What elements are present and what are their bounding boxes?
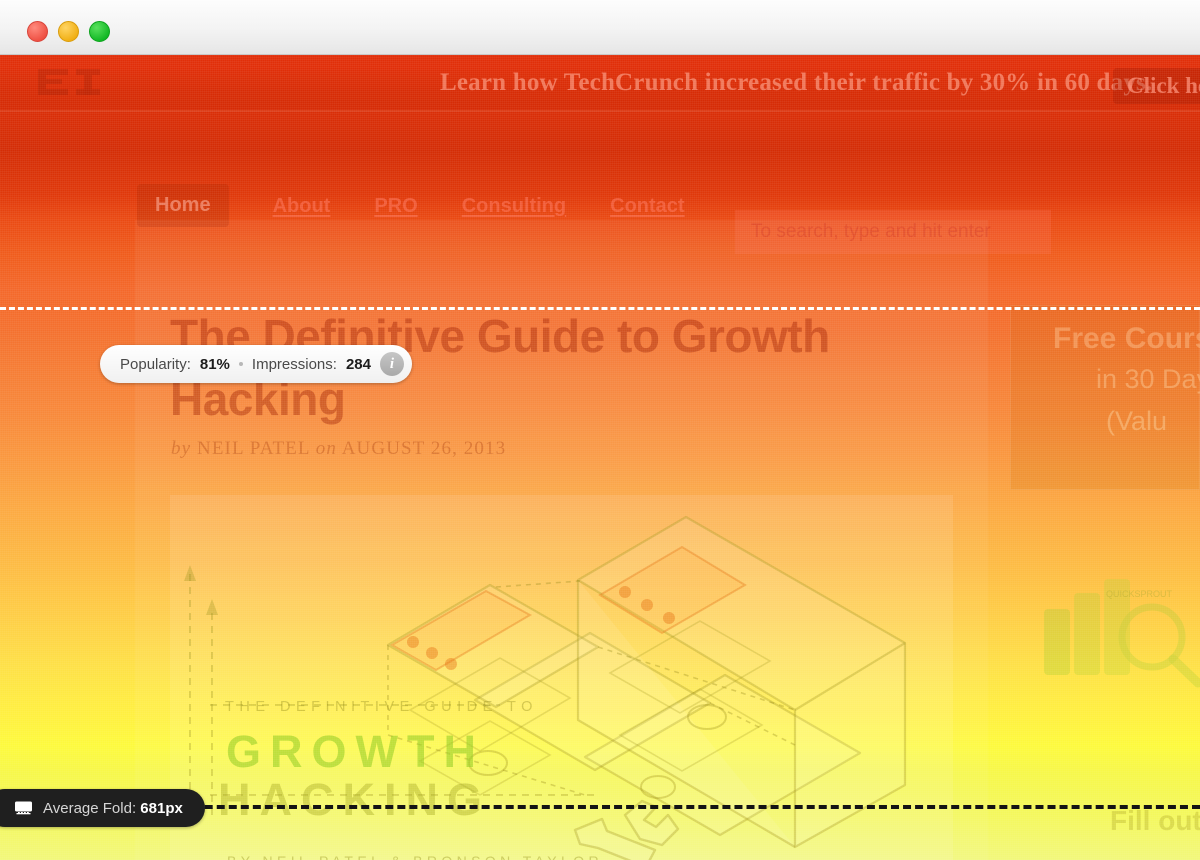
popularity-value: 81% bbox=[199, 355, 230, 373]
zoom-window-button[interactable] bbox=[89, 21, 110, 42]
close-window-button[interactable] bbox=[27, 21, 48, 42]
heatmap-viewport[interactable]: Learn how TechCrunch increased their tra… bbox=[0, 55, 1200, 860]
popularity-line bbox=[0, 307, 1200, 310]
minimize-window-button[interactable] bbox=[58, 21, 79, 42]
average-fold-text: Average Fold: 681px bbox=[43, 800, 183, 817]
average-fold-badge[interactable]: Average Fold: 681px bbox=[0, 789, 205, 827]
info-icon[interactable]: i bbox=[379, 352, 404, 376]
window-controls bbox=[27, 21, 110, 42]
monitor-icon bbox=[15, 801, 32, 814]
impressions-label: Impressions: bbox=[251, 355, 337, 373]
fold-label: Average Fold: bbox=[43, 799, 137, 817]
browser-window: Learn how TechCrunch increased their tra… bbox=[0, 0, 1200, 860]
heatmap-overlay: Popularity: 81% Impressions: 284 i Avera… bbox=[0, 55, 1200, 860]
fold-value: 681px bbox=[140, 799, 183, 817]
badge-separator-dot bbox=[238, 362, 243, 366]
popularity-badge[interactable]: Popularity: 81% Impressions: 284 i bbox=[100, 345, 412, 383]
popularity-label: Popularity: bbox=[120, 355, 191, 373]
impressions-value: 284 bbox=[345, 355, 371, 373]
browser-titlebar bbox=[0, 0, 1200, 55]
